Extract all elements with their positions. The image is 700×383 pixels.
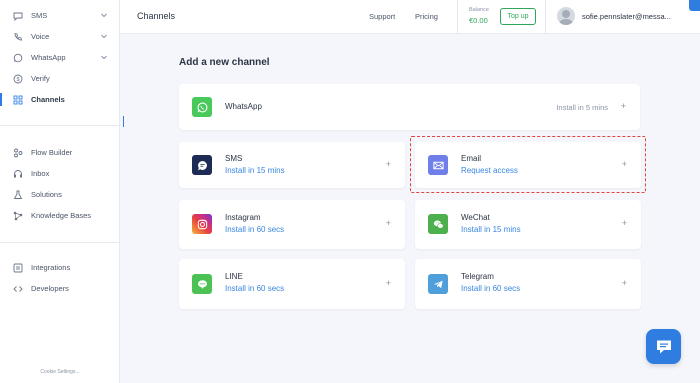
header-divider — [545, 0, 546, 34]
header-divider — [457, 0, 458, 34]
whatsapp-icon — [13, 53, 23, 63]
channel-card-sms[interactable]: SMS Install in 15 mins + — [179, 142, 405, 188]
sms-icon — [192, 155, 212, 175]
headset-icon — [13, 169, 23, 179]
sidebar-item-label: Voice — [31, 32, 50, 41]
install-link[interactable]: Install in 60 secs — [461, 284, 520, 293]
install-link[interactable]: Install in 15 mins — [461, 225, 521, 234]
line-icon — [192, 274, 212, 294]
channel-name: WeChat — [461, 213, 490, 222]
phone-icon — [13, 32, 23, 42]
balance-label: Balance — [469, 7, 489, 13]
top-up-button[interactable]: Top up — [500, 8, 536, 25]
telegram-icon — [428, 274, 448, 294]
page-title: Channels — [137, 11, 176, 21]
sidebar-item-channels[interactable]: Channels — [0, 89, 120, 110]
sidebar: SMS Voice WhatsApp $ Verify Channels Flo… — [0, 0, 120, 383]
chevron-down-icon[interactable] — [100, 11, 108, 19]
add-icon[interactable]: + — [622, 218, 627, 228]
sidebar-item-label: Solutions — [31, 190, 62, 199]
sidebar-item-label: Knowledge Bases — [31, 211, 92, 220]
install-link[interactable]: Install in 60 secs — [225, 225, 284, 234]
instagram-icon — [192, 214, 212, 234]
channel-name: Email — [461, 154, 482, 163]
sidebar-item-developers[interactable]: Developers — [0, 278, 120, 299]
sidebar-item-label: Integrations — [31, 263, 71, 272]
flow-icon — [13, 148, 23, 158]
sidebar-item-label: Verify — [31, 74, 50, 83]
sidebar-item-label: WhatsApp — [31, 53, 66, 62]
integration-icon — [13, 263, 23, 273]
corner-badge — [689, 0, 700, 11]
chevron-down-icon[interactable] — [100, 32, 108, 40]
chevron-down-icon[interactable] — [100, 53, 108, 61]
add-icon[interactable]: + — [386, 218, 391, 228]
balance-value: €0.00 — [469, 16, 488, 25]
sidebar-item-label: Developers — [31, 284, 69, 293]
chat-support-button[interactable] — [646, 329, 681, 364]
section-title: Add a new channel — [179, 57, 270, 68]
install-link[interactable]: Install in 60 secs — [225, 284, 284, 293]
channel-name: Telegram — [461, 272, 494, 281]
wechat-icon — [428, 214, 448, 234]
sidebar-item-verify[interactable]: $ Verify — [0, 68, 120, 89]
add-icon[interactable]: + — [621, 101, 626, 111]
scroll-indicator — [123, 116, 124, 127]
install-time: Install in 5 mins — [556, 103, 608, 112]
flask-icon — [13, 190, 23, 200]
sidebar-item-voice[interactable]: Voice — [0, 26, 120, 47]
request-access-link[interactable]: Request access — [461, 166, 518, 175]
sidebar-item-whatsapp[interactable]: WhatsApp — [0, 47, 120, 68]
add-icon[interactable]: + — [622, 159, 627, 169]
sidebar-item-label: Channels — [31, 95, 65, 104]
sidebar-item-sms[interactable]: SMS — [0, 5, 120, 26]
add-icon[interactable]: + — [622, 278, 627, 288]
sidebar-item-solutions[interactable]: Solutions — [0, 184, 120, 205]
envelope-icon — [428, 155, 448, 175]
svg-text:$: $ — [16, 77, 19, 83]
channel-card-email[interactable]: Email Request access + — [415, 142, 641, 188]
sidebar-divider — [0, 125, 119, 126]
channel-card-line[interactable]: LINE Install in 60 secs + — [179, 259, 405, 309]
cookie-settings-link[interactable]: Cookie Settings... — [0, 369, 120, 375]
whatsapp-icon — [192, 97, 212, 117]
add-icon[interactable]: + — [386, 278, 391, 288]
channel-card-telegram[interactable]: Telegram Install in 60 secs + — [415, 259, 641, 309]
install-link[interactable]: Install in 15 mins — [225, 166, 285, 175]
channel-name: LINE — [225, 272, 243, 281]
sidebar-divider — [0, 242, 119, 243]
user-email[interactable]: sofie.pennslater@messa... — [582, 12, 698, 21]
sidebar-item-integrations[interactable]: Integrations — [0, 257, 120, 278]
channel-name: SMS — [225, 154, 243, 163]
sidebar-item-knowledge-bases[interactable]: Knowledge Bases — [0, 205, 120, 226]
grid-icon — [13, 95, 23, 105]
support-link[interactable]: Support — [369, 12, 395, 21]
add-icon[interactable]: + — [386, 159, 391, 169]
sidebar-item-label: SMS — [31, 11, 48, 20]
channel-card-whatsapp[interactable]: WhatsApp Install in 5 mins + — [179, 84, 640, 130]
sidebar-item-flow-builder[interactable]: Flow Builder — [0, 142, 120, 163]
sidebar-item-inbox[interactable]: Inbox — [0, 163, 120, 184]
top-header: Channels Support Pricing Balance €0.00 T… — [120, 0, 700, 34]
chat-bubble-icon — [13, 11, 23, 21]
nodes-icon — [13, 211, 23, 221]
code-icon — [13, 284, 23, 294]
sidebar-item-label: Inbox — [31, 169, 50, 178]
channel-name: Instagram — [225, 213, 261, 222]
pricing-link[interactable]: Pricing — [415, 12, 438, 21]
channel-card-instagram[interactable]: Instagram Install in 60 secs + — [179, 200, 405, 249]
channel-card-wechat[interactable]: WeChat Install in 15 mins + — [415, 200, 641, 249]
sidebar-item-label: Flow Builder — [31, 148, 73, 157]
channel-name: WhatsApp — [225, 102, 262, 111]
chat-bubble-icon — [656, 340, 671, 353]
avatar[interactable] — [557, 7, 575, 25]
dollar-icon: $ — [13, 74, 23, 84]
